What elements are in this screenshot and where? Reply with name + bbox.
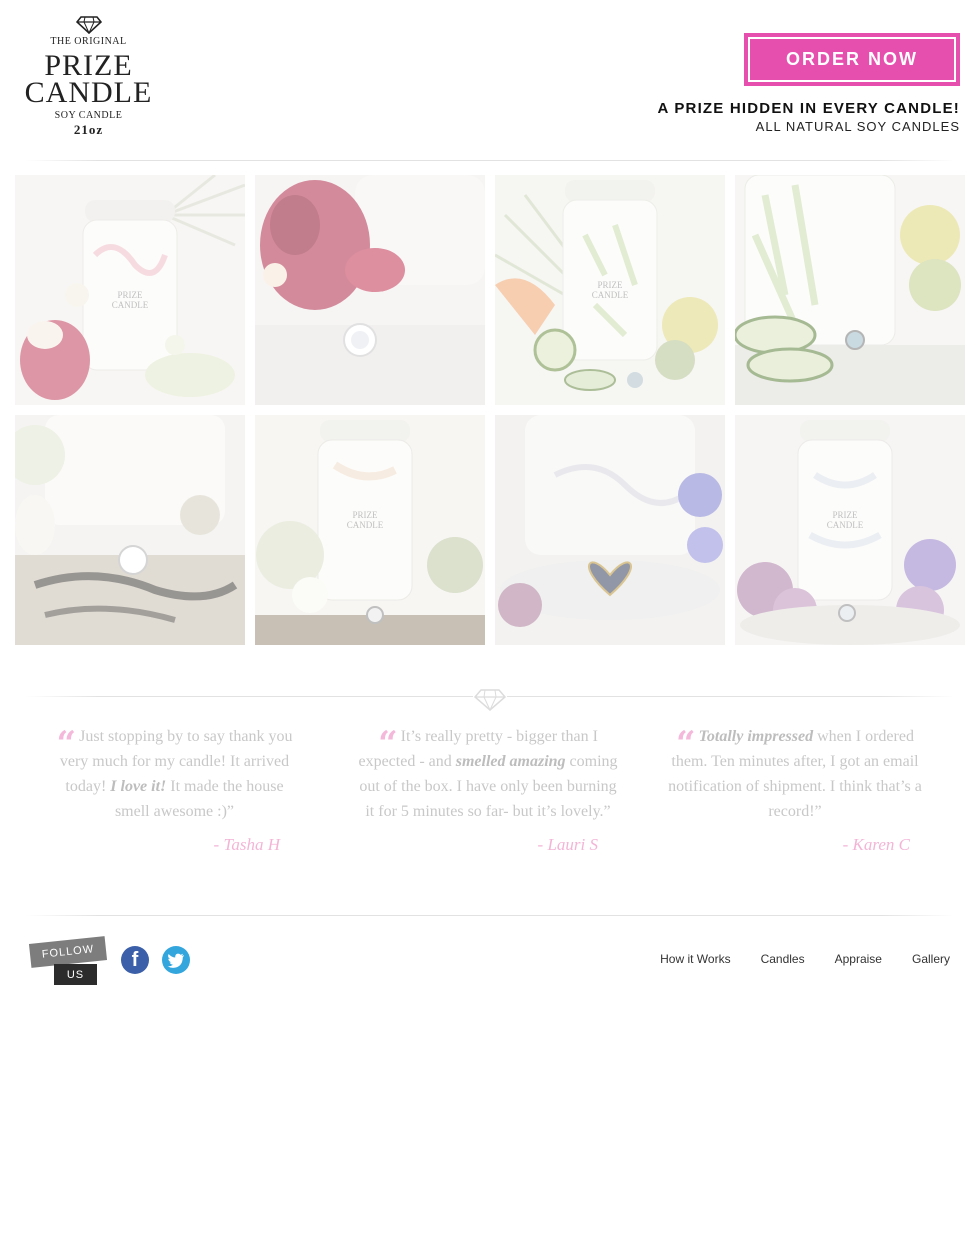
twitter-icon[interactable] [162, 946, 190, 974]
order-now-label: ORDER NOW [748, 37, 956, 82]
footer-nav: How it Works Candles Appraise Gallery [660, 952, 950, 966]
testimonial-emphasis: Totally impressed [698, 728, 814, 745]
facebook-glyph: f [131, 948, 139, 971]
tagline-main: A PRIZE HIDDEN IN EVERY CANDLE! [657, 100, 960, 117]
tile-overlay [255, 415, 485, 645]
diamond-icon [75, 16, 102, 34]
gallery-tile-3[interactable]: PRIZE CANDLE [495, 175, 725, 405]
follow-us-badge: FOLLOW US [28, 936, 110, 990]
tile-overlay [495, 175, 725, 405]
footer-link-appraise[interactable]: Appraise [835, 952, 882, 966]
footer-link-gallery[interactable]: Gallery [912, 952, 950, 966]
twitter-bird-icon [167, 953, 184, 968]
tile-overlay [15, 175, 245, 405]
testimonial-author: - Karen C [842, 835, 910, 854]
footer-divider [25, 915, 955, 916]
tile-overlay [735, 415, 965, 645]
logo-size: 21oz [73, 122, 104, 137]
us-label: US [54, 964, 97, 985]
tagline-sub: ALL NATURAL SOY CANDLES [755, 119, 960, 134]
header-tagline: A PRIZE HIDDEN IN EVERY CANDLE! ALL NATU… [657, 100, 960, 135]
testimonial-emphasis: smelled amazing [455, 753, 566, 770]
facebook-icon[interactable]: f [121, 946, 149, 974]
tile-overlay [255, 175, 485, 405]
testimonial-2: “It’s really pretty - bigger than I expe… [358, 724, 618, 857]
gallery-tile-5[interactable] [15, 415, 245, 645]
testimonial-emphasis: I love it! [110, 778, 167, 795]
footer-link-candles[interactable]: Candles [761, 952, 805, 966]
testimonial-author: - Lauri S [537, 835, 598, 854]
testimonial-author: - Tasha H [213, 835, 280, 854]
header-divider [25, 160, 955, 161]
gallery-tile-1[interactable]: PRIZE CANDLE [15, 175, 245, 405]
gallery-tile-6[interactable]: PRIZE CANDLE [255, 415, 485, 645]
logo-soy-candle: SOY CANDLE [54, 110, 123, 121]
divider-diamond-icon [473, 688, 507, 712]
brand-logo[interactable]: THE ORIGINAL PRIZE CANDLE SOY CANDLE 21o… [16, 16, 161, 138]
gallery-tile-7[interactable] [495, 415, 725, 645]
footer-link-how-it-works[interactable]: How it Works [660, 952, 730, 966]
logo-word-prize: PRIZE [44, 49, 133, 82]
gallery-tile-8[interactable]: PRIZE CANDLE [735, 415, 965, 645]
gallery-tile-4[interactable] [735, 175, 965, 405]
gallery-tile-2[interactable] [255, 175, 485, 405]
tile-overlay [735, 175, 965, 405]
testimonial-3: “Totally impressed when I ordered them. … [660, 724, 930, 857]
testimonial-1: “Just stopping by to say thank you very … [52, 724, 297, 857]
order-now-button[interactable]: ORDER NOW [744, 33, 960, 86]
logo-tagline: THE ORIGINAL [50, 36, 127, 47]
logo-word-candle: CANDLE [24, 76, 153, 109]
tile-overlay [15, 415, 245, 645]
tile-overlay [495, 415, 725, 645]
